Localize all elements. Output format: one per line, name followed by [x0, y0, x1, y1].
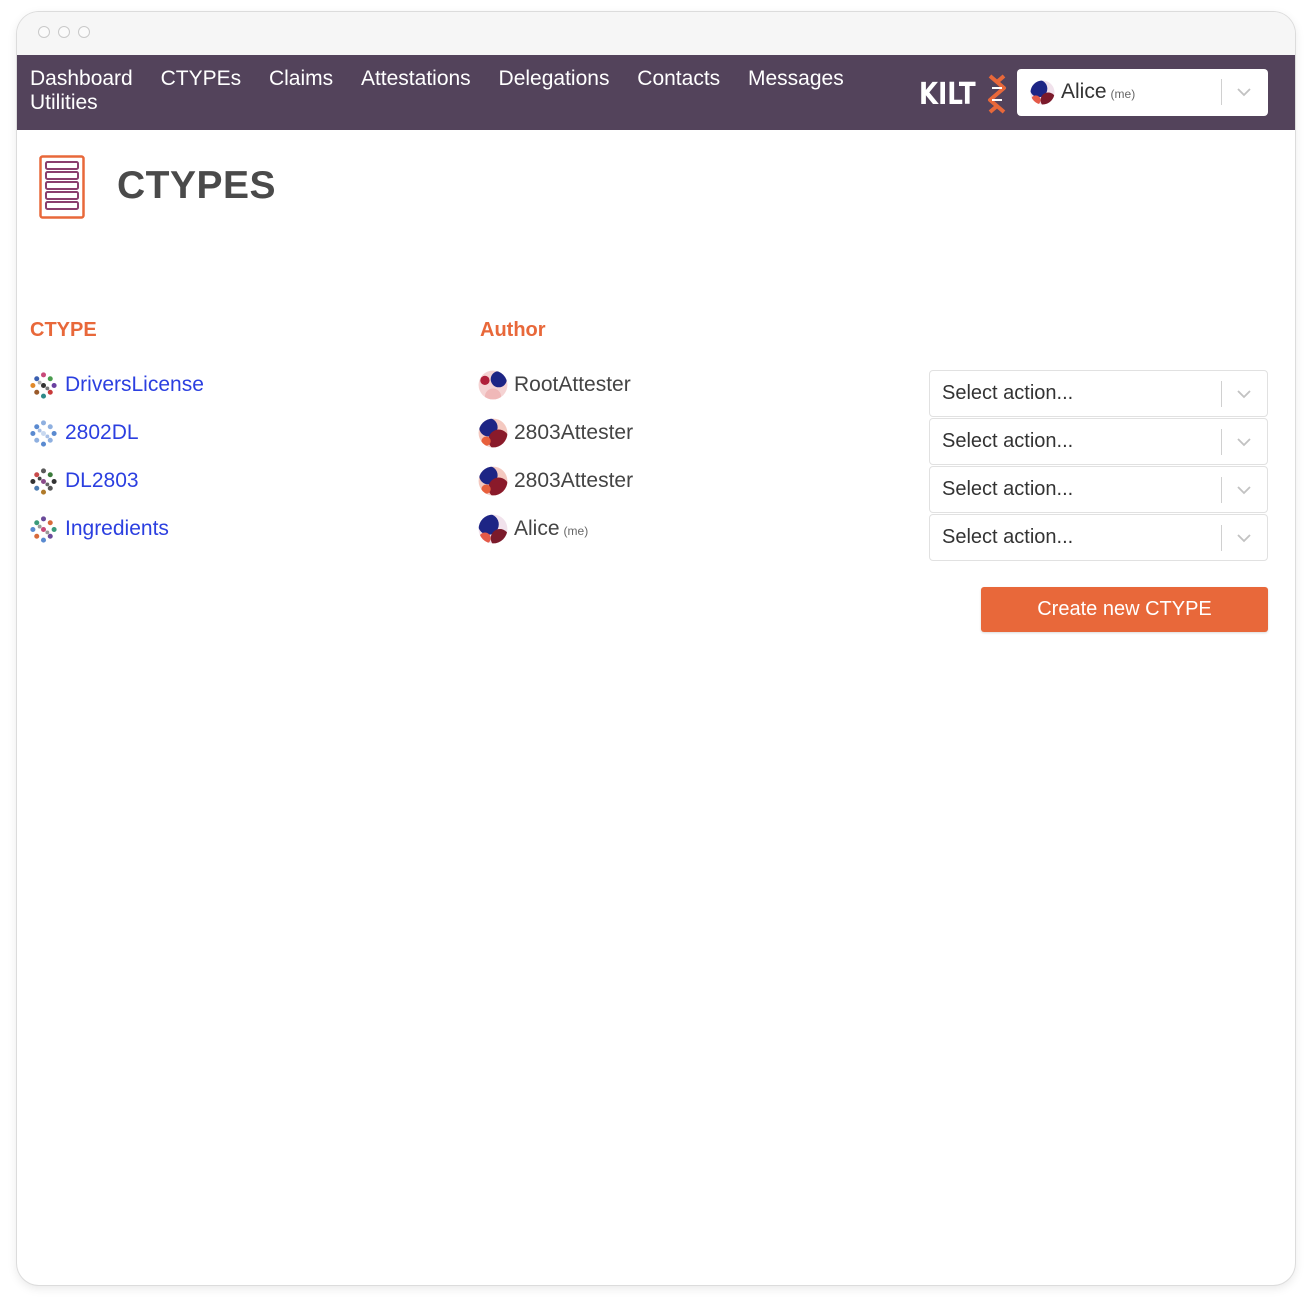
nav-link-contacts[interactable]: Contacts	[637, 67, 720, 91]
ctype-identicon-icon	[30, 467, 57, 495]
select-separator	[1221, 525, 1222, 551]
identity-name: Alice	[1061, 80, 1107, 103]
action-select-placeholder: Select action...	[942, 382, 1074, 404]
ctype-link[interactable]: 2802DL	[65, 421, 139, 445]
chevron-down-icon	[1237, 534, 1251, 543]
ctype-identicon-icon	[30, 371, 57, 399]
main-navbar: Dashboard CTYPEs Claims Attestations Del…	[17, 55, 1295, 130]
ctype-link[interactable]: DriversLicense	[65, 373, 204, 397]
author-name: Alice	[514, 517, 560, 540]
author-cell: RootAttester	[478, 370, 631, 400]
action-select-placeholder: Select action...	[942, 430, 1074, 452]
window-zoom-button[interactable]	[78, 26, 90, 38]
author-cell: 2803Attester	[478, 418, 633, 448]
kilt-logo-text: KILT	[919, 76, 976, 112]
author-name: 2803Attester	[514, 421, 634, 444]
select-separator	[1221, 79, 1222, 105]
nav-link-attestations[interactable]: Attestations	[361, 67, 471, 91]
root-attester-avatar-icon	[478, 370, 508, 400]
action-select-placeholder: Select action...	[942, 526, 1074, 548]
nav-links: Dashboard CTYPEs Claims Attestations Del…	[30, 67, 910, 115]
ctype-cell: Ingredients	[30, 514, 169, 544]
chevron-down-icon	[1237, 438, 1251, 447]
chevron-down-icon	[1237, 390, 1251, 399]
author-name: RootAttester	[514, 373, 631, 396]
author-cell: Alice (me)	[478, 514, 588, 544]
select-separator	[1221, 477, 1222, 503]
ctype-cell: DL2803	[30, 466, 139, 496]
action-select[interactable]: Select action...	[929, 370, 1268, 417]
nav-link-delegations[interactable]: Delegations	[499, 67, 610, 91]
nav-link-claims[interactable]: Claims	[269, 67, 333, 91]
browser-window: Dashboard CTYPEs Claims Attestations Del…	[17, 12, 1295, 1285]
ctype-cell: 2802DL	[30, 418, 139, 448]
select-separator	[1221, 429, 1222, 455]
action-select[interactable]: Select action...	[929, 466, 1268, 513]
chevron-down-icon	[1237, 486, 1251, 495]
window-close-button[interactable]	[38, 26, 50, 38]
window-minimize-button[interactable]	[58, 26, 70, 38]
window-titlebar	[17, 12, 1295, 56]
ctype-cell: DriversLicense	[30, 370, 204, 400]
action-select-placeholder: Select action...	[942, 478, 1074, 500]
author-name: 2803Attester	[514, 469, 634, 492]
ctype-identicon-icon	[30, 419, 57, 447]
nav-link-utilities[interactable]: Utilities	[30, 91, 98, 115]
alice-avatar-icon	[1030, 80, 1055, 105]
action-select[interactable]: Select action...	[929, 514, 1268, 561]
attester-avatar-icon	[478, 466, 508, 496]
select-separator	[1221, 381, 1222, 407]
author-cell: 2803Attester	[478, 466, 633, 496]
identity-me-tag: (me)	[1110, 87, 1136, 101]
chevron-down-icon	[1237, 88, 1251, 97]
nav-link-messages[interactable]: Messages	[748, 67, 844, 91]
nav-link-ctypes[interactable]: CTYPEs	[161, 67, 242, 91]
author-me-tag: (me)	[563, 524, 589, 538]
page-title: CTYPES	[117, 164, 277, 207]
kilt-helix-icon	[988, 74, 1007, 114]
ctype-list-icon	[39, 155, 85, 219]
column-header-ctype: CTYPE	[30, 319, 97, 341]
alice-avatar-icon	[478, 514, 508, 544]
ctype-link[interactable]: DL2803	[65, 469, 139, 493]
create-ctype-button[interactable]: Create new CTYPE	[981, 587, 1268, 632]
ctype-identicon-icon	[30, 515, 57, 543]
kilt-logo[interactable]: KILT	[919, 74, 1010, 114]
ctype-link[interactable]: Ingredients	[65, 517, 169, 541]
attester-avatar-icon	[478, 418, 508, 448]
column-header-author: Author	[480, 319, 546, 341]
action-select[interactable]: Select action...	[929, 418, 1268, 465]
nav-link-dashboard[interactable]: Dashboard	[30, 67, 133, 91]
identity-select[interactable]: Alice (me)	[1017, 69, 1268, 116]
